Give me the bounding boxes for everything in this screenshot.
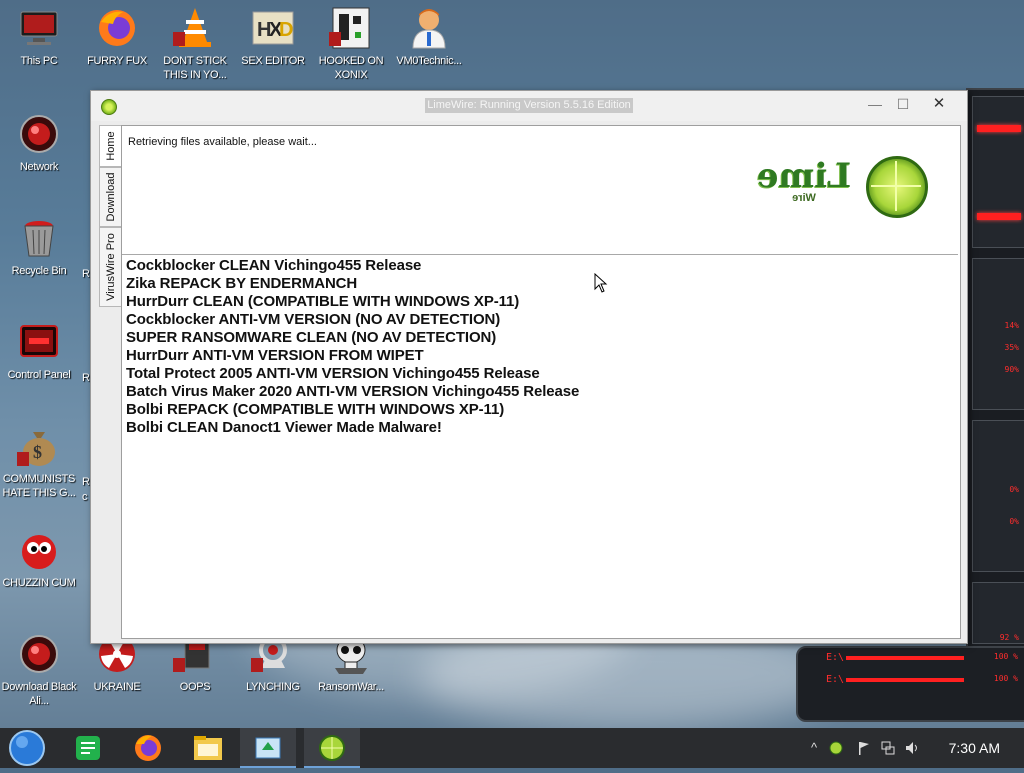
- list-item[interactable]: HurrDurr CLEAN (COMPATIBLE WITH WINDOWS …: [126, 293, 519, 310]
- gadget-bar: [977, 125, 1021, 132]
- gadget-readout: 35%: [1004, 343, 1019, 352]
- gadget-panel: 92 %: [972, 582, 1024, 644]
- taskbar-file-explorer[interactable]: [180, 728, 236, 768]
- app-window-icon: [255, 737, 281, 759]
- partial-icon-label: R: [82, 372, 90, 384]
- limewire-window[interactable]: LimeWire: Running Version 5.5.16 Edition…: [90, 90, 968, 644]
- taskbar: ^ 7:30 AM: [0, 728, 1024, 768]
- maximize-button[interactable]: ☐: [889, 93, 917, 115]
- list-item[interactable]: Bolbi CLEAN Danoct1 Viewer Made Malware!: [126, 419, 442, 436]
- desktop-icon-hooked-on-xonix[interactable]: HOOKED ON XONIX: [313, 6, 389, 82]
- partial-icon-label: R: [82, 476, 90, 488]
- gadget-drive-label: E:\: [826, 674, 845, 685]
- gadget-readout: 100 %: [993, 652, 1018, 661]
- gadget-panel: 14% 35% 90%: [972, 258, 1024, 410]
- chevron-up-icon[interactable]: ^: [806, 740, 822, 756]
- volume-icon[interactable]: [904, 740, 920, 756]
- start-icon: [9, 730, 45, 766]
- chuzzle-icon: [17, 528, 61, 572]
- computer-icon: [17, 6, 61, 50]
- download-icon: [17, 632, 61, 676]
- limewire-icon: [101, 99, 117, 115]
- desktop-icon-chuzzin[interactable]: CHUZZIN CUM: [1, 528, 77, 590]
- close-button[interactable]: ✕: [925, 93, 953, 115]
- tab-home[interactable]: Home: [99, 125, 122, 167]
- list-item[interactable]: Zika REPACK BY ENDERMANCH: [126, 275, 357, 292]
- partial-icon-label: c: [82, 491, 88, 503]
- system-monitor-gadget: 14% 35% 90% 0% 0% 92 %: [966, 88, 1024, 722]
- recycle-bin-icon: [17, 216, 61, 260]
- gadget-readout: 14%: [1004, 321, 1019, 330]
- file-explorer-icon: [194, 736, 222, 760]
- list-item[interactable]: SUPER RANSOMWARE CLEAN (NO AV DETECTION): [126, 329, 496, 346]
- doctor-icon: [407, 6, 451, 50]
- gadget-readout: 0%: [1009, 485, 1019, 494]
- window-title: LimeWire: Running Version 5.5.16 Edition: [425, 98, 633, 113]
- money-bag-icon: $: [17, 424, 61, 468]
- limewire-icon: [319, 735, 345, 761]
- lime-slice-icon: [866, 156, 928, 218]
- list-item[interactable]: Cockblocker CLEAN Vichingo455 Release: [126, 257, 421, 274]
- title-bar[interactable]: LimeWire: Running Version 5.5.16 Edition…: [91, 91, 967, 121]
- list-item[interactable]: Total Protect 2005 ANTI-VM VERSION Vichi…: [126, 365, 540, 382]
- desktop-icon-vm0technic[interactable]: VM0Technic...: [391, 6, 467, 68]
- gadget-readout: 90%: [1004, 365, 1019, 374]
- gadget-panel: [972, 96, 1024, 248]
- desktop-icon-sex-editor[interactable]: HXD SEX EDITOR: [235, 6, 311, 68]
- gadget-readout: 92 %: [999, 633, 1019, 642]
- tab-download[interactable]: Download: [99, 167, 123, 227]
- desktop-icon-control-panel[interactable]: Control Panel: [1, 320, 77, 382]
- taskbar-clock[interactable]: 7:30 AM: [949, 740, 1000, 756]
- logo-subtext: Wire: [792, 192, 816, 204]
- svg-text:D: D: [279, 19, 293, 41]
- game-icon: [329, 6, 373, 50]
- logo-text: Lime: [756, 156, 852, 196]
- firefox-icon: [135, 735, 161, 761]
- vlc-cone-icon: [173, 6, 217, 50]
- vertical-tabs: Home Download VirusWire Pro: [99, 125, 123, 307]
- list-item[interactable]: Bolbi REPACK (COMPATIBLE WITH WINDOWS XP…: [126, 401, 504, 418]
- control-panel-icon: [17, 320, 61, 364]
- svg-text:$: $: [33, 442, 42, 462]
- desktop-icon-dont-stick[interactable]: DONT STICK THIS IN YO...: [157, 6, 233, 82]
- desktop-icon-network[interactable]: Network: [1, 112, 77, 174]
- tab-viruswire-pro[interactable]: VirusWire Pro: [99, 227, 123, 307]
- partial-icon-label: R: [82, 268, 90, 280]
- gadget-readout: 100 %: [993, 674, 1018, 683]
- taskbar-app-window[interactable]: [240, 728, 296, 768]
- limewire-logo: Lime Wire: [754, 154, 932, 218]
- gadget-drive-panel: E:\ 100 % E:\ 100 %: [796, 646, 1024, 722]
- gadget-drive-bar: [846, 656, 964, 660]
- limewire-tray-icon[interactable]: [828, 740, 844, 756]
- status-text: Retrieving files available, please wait.…: [128, 136, 317, 148]
- desktop-icon-download-black[interactable]: Download Black Ali...: [1, 632, 77, 708]
- desktop-icon-furry-fux[interactable]: FURRY FUX: [79, 6, 155, 68]
- gadget-panel: 0% 0%: [972, 420, 1024, 572]
- desktop-icon-communists[interactable]: $ COMMUNISTS HATE THIS G...: [1, 424, 77, 500]
- notes-icon: [76, 736, 100, 760]
- gadget-drive-label: E:\: [826, 652, 845, 663]
- gadget-readout: 0%: [1009, 517, 1019, 526]
- desktop-icon-this-pc[interactable]: This PC: [1, 6, 77, 68]
- network-icon[interactable]: [880, 740, 896, 756]
- taskbar-firefox[interactable]: [120, 728, 176, 768]
- taskbar-notes[interactable]: [60, 728, 116, 768]
- list-item[interactable]: HurrDurr ANTI-VM VERSION FROM WIPET: [126, 347, 424, 364]
- home-panel: Retrieving files available, please wait.…: [121, 125, 961, 639]
- start-button[interactable]: [0, 728, 56, 768]
- gadget-bar: [977, 213, 1021, 220]
- gadget-drive-bar: [846, 678, 964, 682]
- network-icon: [17, 112, 61, 156]
- mouse-cursor-icon: [594, 273, 608, 293]
- taskbar-limewire[interactable]: [304, 728, 360, 768]
- list-item[interactable]: Cockblocker ANTI-VM VERSION (NO AV DETEC…: [126, 311, 500, 328]
- firefox-icon: [95, 6, 139, 50]
- hxd-icon: HXD: [251, 6, 295, 50]
- flag-icon[interactable]: [856, 740, 872, 756]
- file-list[interactable]: Cockblocker CLEAN Vichingo455 Release Zi…: [122, 254, 958, 637]
- minimize-button[interactable]: —: [861, 93, 889, 115]
- desktop-icon-recycle-bin[interactable]: Recycle Bin: [1, 216, 77, 278]
- list-item[interactable]: Batch Virus Maker 2020 ANTI-VM VERSION V…: [126, 383, 579, 400]
